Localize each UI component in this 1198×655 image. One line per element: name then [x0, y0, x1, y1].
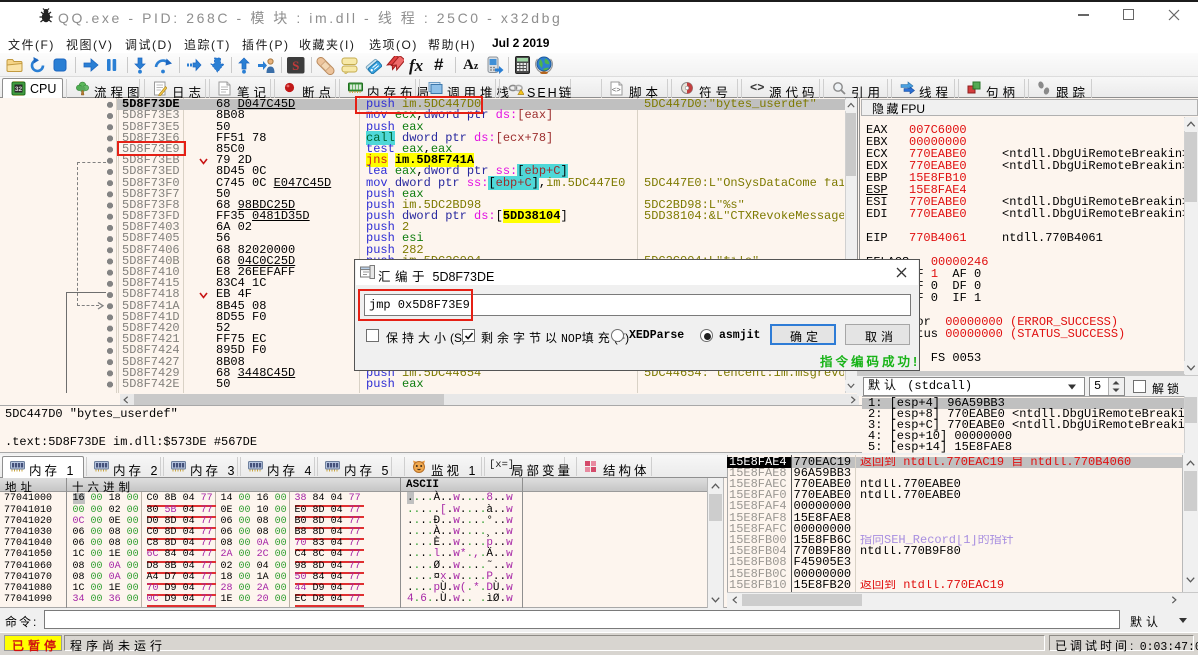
svg-text:S: S: [292, 58, 299, 73]
svg-text:<>: <>: [612, 87, 622, 95]
svg-text:32: 32: [15, 86, 23, 93]
